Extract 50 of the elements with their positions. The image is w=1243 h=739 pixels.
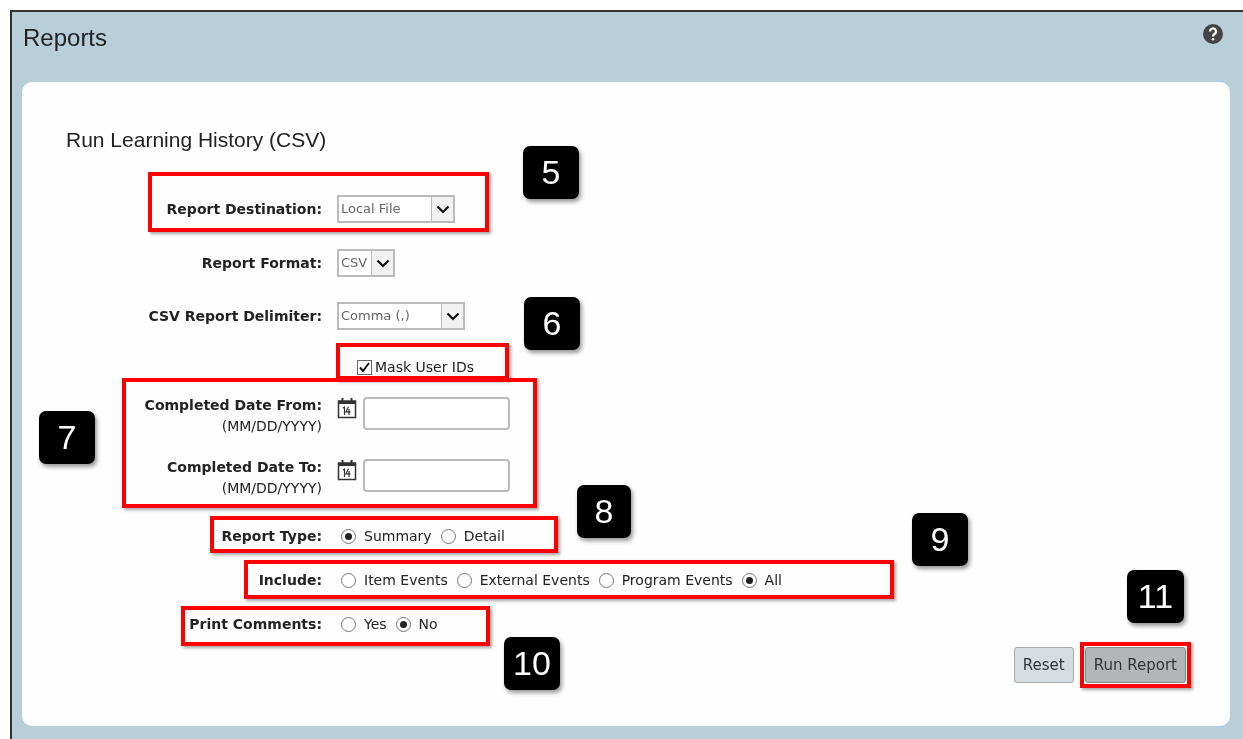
radio-button[interactable] [741, 572, 757, 588]
chevron-down-icon [445, 311, 460, 321]
step-number-badge: 7 [39, 411, 95, 464]
chevron-down-icon [375, 258, 390, 268]
radio-button[interactable] [341, 528, 356, 544]
calendar-icon[interactable] [337, 397, 357, 419]
radio-button[interactable] [341, 572, 356, 588]
date-format-hint: (MM/DD/YYYY) [221, 479, 322, 498]
step-number-badge: 8 [577, 485, 631, 538]
radio-button[interactable] [395, 616, 411, 632]
radio-label: All [764, 570, 782, 590]
form-button[interactable]: Run Report [1084, 647, 1186, 683]
dropdown-select[interactable]: Comma (,) [337, 302, 465, 330]
radio-label: Yes [364, 614, 387, 634]
radio-button[interactable] [456, 572, 472, 588]
field-label: Report Format: [201, 255, 322, 271]
chevron-down-icon [435, 204, 450, 214]
window-title: Reports [23, 23, 108, 53]
date-input-field[interactable] [363, 459, 510, 492]
step-number-badge: 5 [523, 146, 579, 199]
radio-button[interactable] [440, 528, 456, 544]
field-label: Completed Date From: [144, 396, 322, 415]
radio-label: Item Events [364, 570, 448, 590]
step-number-badge: 11 [1127, 570, 1184, 623]
radio-label: Program Events [621, 570, 733, 590]
radio-button[interactable] [341, 616, 356, 632]
form-button[interactable]: Reset [1013, 647, 1074, 683]
date-format-hint: (MM/DD/YYYY) [221, 417, 322, 436]
form-title: Run Learning History (CSV) [66, 127, 327, 154]
field-label: Completed Date To: [167, 458, 322, 477]
radio-button[interactable] [598, 572, 614, 588]
radio-label: No [418, 614, 438, 634]
step-number-badge: 9 [912, 513, 968, 566]
field-label: Report Type: [221, 528, 322, 544]
step-number-badge: 6 [524, 297, 580, 350]
field-label: Include: [258, 572, 322, 588]
step-number-badge: 10 [504, 637, 560, 690]
help-icon[interactable] [1203, 24, 1223, 44]
checkbox[interactable] [357, 359, 372, 375]
dropdown-select[interactable]: CSV [337, 249, 395, 277]
field-label: Report Destination: [166, 201, 322, 217]
date-input-field[interactable] [363, 397, 510, 430]
checkbox-label: Mask User IDs [375, 357, 475, 377]
radio-label: Summary [364, 526, 432, 546]
field-label: Print Comments: [189, 616, 322, 632]
dropdown-select[interactable]: Local File [337, 195, 455, 223]
field-label: CSV Report Delimiter: [148, 308, 322, 324]
radio-label: External Events [479, 570, 590, 590]
radio-label: Detail [463, 526, 505, 546]
calendar-icon[interactable] [337, 459, 357, 481]
